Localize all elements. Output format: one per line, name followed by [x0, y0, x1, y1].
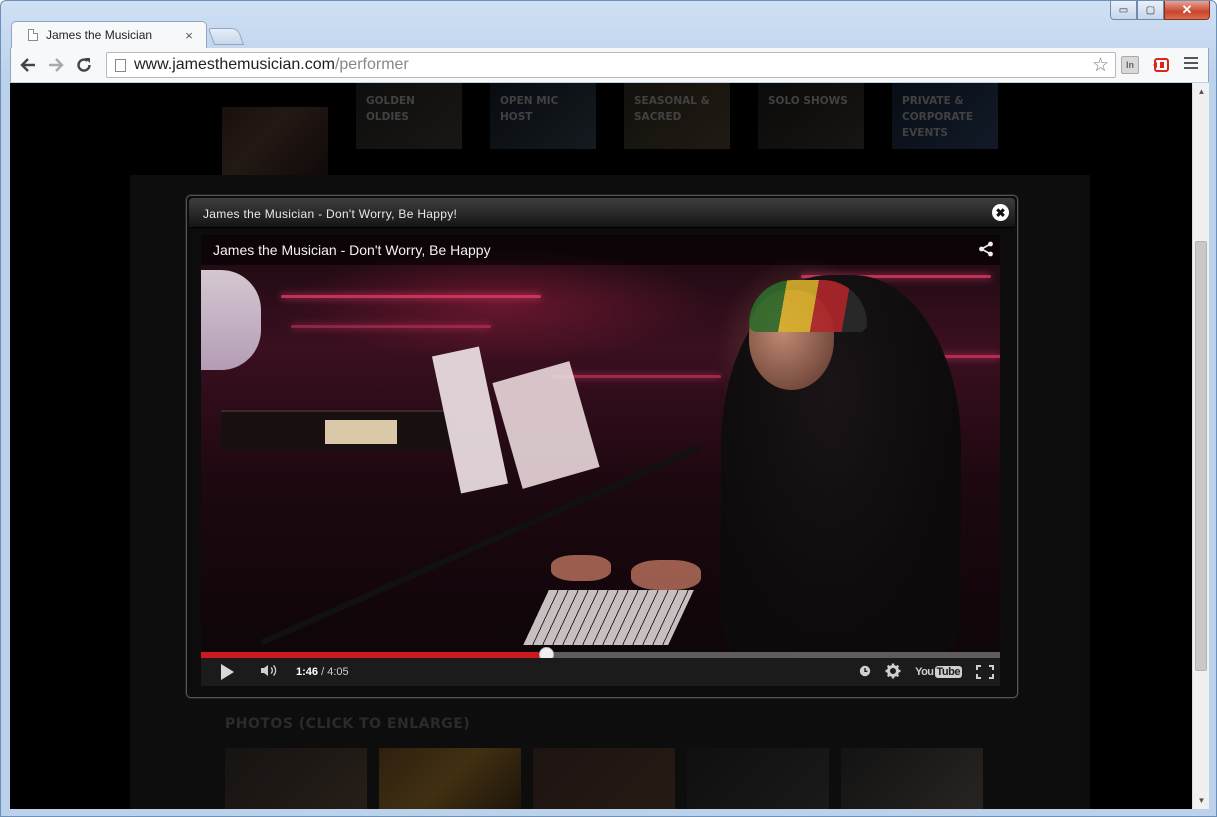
category-private-corporate[interactable]: Private & Corporate Events	[892, 83, 998, 149]
arrow-right-icon	[49, 58, 64, 72]
photo-thumbnail[interactable]	[687, 748, 829, 809]
tab-close-icon[interactable]: ×	[182, 28, 196, 43]
youtube-logo[interactable]: You Tube	[915, 666, 962, 678]
menu-icon[interactable]	[1184, 57, 1198, 72]
arrow-left-icon	[20, 58, 35, 72]
fullscreen-icon[interactable]	[976, 665, 994, 679]
category-label: Private & Corporate Events	[902, 95, 974, 139]
category-label: Golden Oldies	[366, 95, 415, 123]
extension-in-icon[interactable]: In	[1121, 56, 1139, 74]
share-icon[interactable]	[978, 241, 994, 257]
clock-icon[interactable]	[859, 665, 871, 680]
play-icon[interactable]	[221, 664, 234, 680]
category-label: Open Mic Host	[500, 95, 559, 123]
photo-thumbnail[interactable]	[225, 748, 367, 809]
tab-title: James the Musician	[46, 28, 153, 42]
extension-red-icon[interactable]	[1152, 56, 1170, 74]
duration: 4:05	[327, 666, 349, 678]
category-seasonal-sacred[interactable]: Seasonal & Sacred	[624, 83, 730, 149]
category-nav: Golden Oldies Open Mic Host Seasonal & S…	[222, 83, 1026, 149]
minimize-button[interactable]: ▭	[1110, 1, 1137, 20]
binder-graphic	[221, 410, 451, 450]
video-title-bar: James the Musician - Don't Worry, Be Hap…	[201, 235, 1000, 265]
photo-gallery	[225, 748, 995, 809]
neon-light	[551, 375, 721, 378]
time-separator: /	[318, 666, 328, 678]
browser-toolbar: www.jamesthemusician.com/performer ☆ In	[10, 48, 1209, 82]
bookmark-star-icon[interactable]: ☆	[1092, 54, 1109, 77]
video-player[interactable]: James the Musician - Don't Worry, Be Hap…	[201, 235, 1000, 686]
category-open-mic-host[interactable]: Open Mic Host	[490, 83, 596, 149]
scroll-down-icon[interactable]: ▼	[1193, 792, 1209, 809]
piano-keys-graphic	[523, 590, 694, 645]
hand-graphic	[551, 555, 611, 581]
category-label: Solo Shows	[768, 95, 848, 107]
binder-label-graphic	[325, 420, 397, 444]
volume-icon[interactable]	[260, 664, 278, 680]
video-time: 1:46 / 4:05	[296, 666, 349, 678]
youtube-label-tube: Tube	[934, 666, 962, 678]
video-lightbox: James the Musician - Don't Worry, Be Hap…	[186, 195, 1018, 698]
video-controls: 1:46 / 4:05 You Tube	[201, 658, 1000, 686]
video-title[interactable]: James the Musician - Don't Worry, Be Hap…	[213, 242, 491, 258]
forward-button[interactable]	[42, 51, 70, 79]
youtube-label: You	[915, 666, 934, 678]
lightbox-close-button[interactable]: ✖	[992, 204, 1009, 221]
category-label: Seasonal & Sacred	[634, 95, 710, 123]
photo-thumbnail[interactable]	[841, 748, 983, 809]
page-viewport: Golden Oldies Open Mic Host Seasonal & S…	[10, 83, 1209, 809]
browser-tab-active[interactable]: James the Musician ×	[11, 21, 207, 48]
reload-button[interactable]	[70, 51, 98, 79]
scrollbar-thumb[interactable]	[1195, 241, 1207, 671]
reload-icon	[77, 58, 91, 72]
browser-window: ▭ ▢ ✕ James the Musician × www.jamesthem…	[0, 0, 1217, 817]
current-time: 1:46	[296, 666, 319, 678]
address-bar[interactable]: www.jamesthemusician.com/performer ☆	[106, 52, 1116, 78]
video-controls-right: You Tube	[859, 658, 1000, 686]
window-controls: ▭ ▢ ✕	[1110, 1, 1210, 20]
neon-light	[281, 295, 541, 298]
maximize-button[interactable]: ▢	[1137, 1, 1164, 20]
photo-thumbnail[interactable]	[379, 748, 521, 809]
new-tab-button[interactable]	[207, 28, 245, 45]
tab-strip: James the Musician ×	[11, 21, 245, 48]
scroll-up-icon[interactable]: ▲	[1193, 83, 1209, 100]
category-solo-shows[interactable]: Solo Shows	[758, 83, 864, 149]
photos-heading: Photos (click to enlarge)	[225, 716, 471, 732]
url-host: www.jamesthemusician.com	[134, 56, 335, 73]
photo-thumbnail[interactable]	[533, 748, 675, 809]
close-window-button[interactable]: ✕	[1164, 1, 1210, 20]
back-button[interactable]	[14, 51, 42, 79]
lightbox-title: James the Musician - Don't Worry, Be Hap…	[203, 207, 458, 221]
page-icon	[28, 29, 38, 41]
neon-light	[291, 325, 491, 328]
page-icon	[115, 58, 126, 72]
lightbox-header: James the Musician - Don't Worry, Be Hap…	[189, 198, 1015, 228]
sign-graphic	[201, 270, 261, 370]
page-scrollbar[interactable]: ▲ ▼	[1192, 83, 1209, 809]
gear-icon[interactable]	[885, 663, 901, 682]
hand-graphic	[631, 560, 701, 590]
url-path: /performer	[334, 56, 409, 73]
category-golden-oldies[interactable]: Golden Oldies	[356, 83, 462, 149]
performer-hat-graphic	[749, 280, 867, 332]
